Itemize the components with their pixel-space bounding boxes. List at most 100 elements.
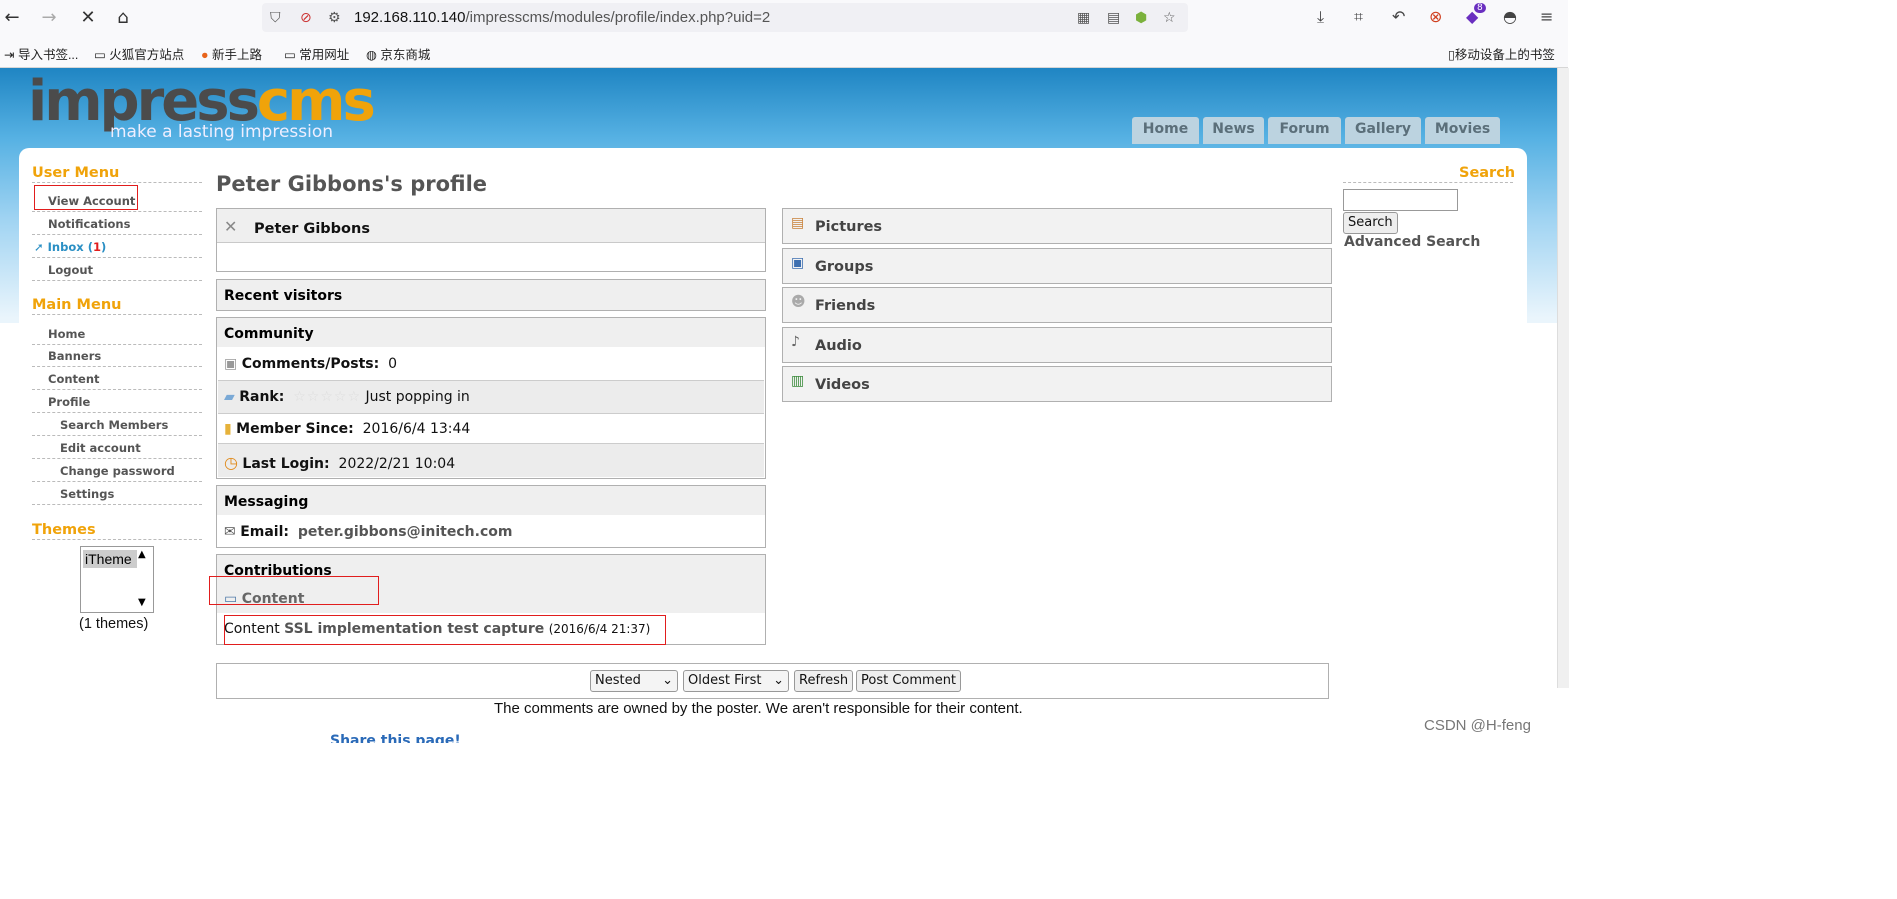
nav-tab-gallery[interactable]: Gallery — [1345, 117, 1421, 144]
email-row: ✉ Email: peter.gibbons@initech.com — [224, 524, 513, 540]
mobile-bookmarks[interactable]: ▯移动设备上的书签 — [1448, 44, 1555, 63]
friends-panel[interactable]: ☻ Friends — [782, 287, 1332, 323]
menu-profile[interactable]: Profile — [48, 395, 90, 409]
bookmark-star-icon[interactable]: ☆ — [1163, 10, 1176, 26]
divider — [32, 458, 202, 459]
email-link[interactable]: peter.gibbons@initech.com — [298, 524, 513, 540]
bookmark-getting-started[interactable]: ● 新手上路 — [201, 44, 262, 63]
bookmarks-toolbar: ⇥ 导入书签... ▭ 火狐官方站点 ● 新手上路 ▭ 常用网址 ◍ 京东商城 … — [0, 40, 1568, 64]
menu-banners[interactable]: Banners — [48, 349, 101, 363]
menu-edit-account[interactable]: Edit account — [60, 441, 141, 455]
nav-tab-movies[interactable]: Movies — [1425, 117, 1500, 144]
menu-content[interactable]: Content — [48, 372, 100, 386]
theme-option[interactable]: iTheme — [83, 550, 137, 568]
search-button[interactable]: Search — [1343, 212, 1398, 234]
member-since-row: ▮ Member Since: 2016/6/4 13:44 — [224, 421, 471, 437]
comment-mode-select[interactable]: Nested ⌄ — [590, 670, 678, 692]
blocker-icon[interactable]: ⊗ — [1429, 7, 1442, 26]
reader-view-icon[interactable]: ▤ — [1107, 10, 1120, 26]
insecure-lock-icon[interactable]: ⊘ — [300, 10, 312, 26]
speaker-icon: ♪ — [791, 334, 800, 350]
nav-tab-home[interactable]: Home — [1132, 117, 1199, 144]
divider — [32, 211, 202, 212]
search-input[interactable] — [1343, 189, 1458, 211]
profile-name: Peter Gibbons — [254, 221, 370, 237]
divider — [32, 504, 202, 505]
groups-icon: ▣ — [791, 255, 805, 271]
comments-row: ▣ Comments/Posts: 0 — [224, 356, 398, 372]
post-comment-button[interactable]: Post Comment — [856, 670, 962, 692]
calendar-icon: ▮ — [224, 421, 232, 437]
permissions-icon[interactable]: ⚙ — [328, 10, 341, 26]
highlight-box-view-account — [34, 185, 138, 210]
home-icon[interactable]: ⌂ — [111, 6, 135, 30]
comments-icon: ▣ — [224, 356, 238, 372]
envelope-icon: ✉ — [224, 524, 236, 540]
divider — [32, 539, 202, 540]
recent-visitors-title: Recent visitors — [224, 288, 343, 304]
last-login-value: 2022/2/21 10:04 — [338, 456, 456, 472]
divider — [32, 412, 202, 413]
theme-select-list[interactable]: iTheme ▲ ▼ — [80, 546, 154, 613]
download-icon[interactable]: ⤓ — [1317, 7, 1324, 27]
divider — [32, 257, 202, 258]
divider — [32, 280, 202, 281]
bookmark-jd-mall[interactable]: ◍ 京东商城 — [366, 44, 430, 63]
rank-row: ▰ Rank: ☆☆☆☆☆ Just popping in — [224, 389, 470, 405]
menu-logout[interactable]: Logout — [48, 263, 93, 277]
back-icon[interactable]: ← — [0, 6, 24, 30]
messaging-title: Messaging — [224, 494, 309, 510]
scroll-down-icon[interactable]: ▼ — [138, 597, 146, 608]
scroll-up-icon[interactable]: ▲ — [138, 549, 146, 560]
pictures-panel[interactable]: ▤ Pictures — [782, 208, 1332, 244]
menu-settings[interactable]: Settings — [60, 487, 114, 501]
clock-icon: ◷ — [224, 453, 238, 472]
address-bar[interactable]: ⛉ ⊘ ⚙ 192.168.110.140/impresscms/modules… — [262, 3, 1188, 32]
divider — [32, 366, 202, 367]
videos-panel[interactable]: ▥ Videos — [782, 366, 1332, 402]
comment-order-select[interactable]: Oldest First ⌄ — [683, 670, 789, 692]
refresh-button[interactable]: Refresh — [794, 670, 854, 692]
audio-panel[interactable]: ♪ Audio — [782, 327, 1332, 363]
qr-code-icon[interactable]: ▦ — [1077, 10, 1090, 26]
tools-icon: ✕ — [224, 217, 238, 236]
page-title: Peter Gibbons's profile — [216, 172, 488, 196]
menu-notifications[interactable]: Notifications — [48, 217, 130, 231]
menu-icon[interactable]: ≡ — [1540, 7, 1553, 26]
chevron-down-icon: ⌄ — [773, 673, 784, 688]
menu-search-members[interactable]: Search Members — [60, 418, 168, 432]
chevron-down-icon: ⌄ — [662, 673, 673, 688]
share-link[interactable]: Share this page! — [330, 733, 461, 743]
shield-icon[interactable]: ⛉ — [270, 10, 281, 26]
account-icon[interactable]: ◓ — [1503, 7, 1517, 26]
nav-tab-news[interactable]: News — [1203, 117, 1264, 144]
browser-chrome: ← → ✕ ⌂ ⛉ ⊘ ⚙ 192.168.110.140/impresscms… — [0, 0, 1568, 68]
bookmark-import[interactable]: ⇥ 导入书签... — [4, 44, 78, 63]
groups-panel[interactable]: ▣ Groups — [782, 248, 1332, 284]
nav-tab-forum[interactable]: Forum — [1268, 117, 1341, 144]
menu-inbox[interactable]: ➚ Inbox (1) — [34, 240, 106, 254]
url-text[interactable]: 192.168.110.140/impresscms/modules/profi… — [354, 9, 770, 26]
forward-icon[interactable]: → — [37, 6, 61, 30]
divider — [32, 344, 202, 345]
friends-icon: ☻ — [791, 294, 806, 310]
main-menu-title: Main Menu — [32, 297, 122, 313]
menu-home[interactable]: Home — [48, 327, 85, 341]
page-scrollbar[interactable] — [1557, 68, 1569, 688]
community-title: Community — [224, 326, 314, 342]
divider — [32, 314, 202, 315]
themes-count: (1 themes) — [79, 616, 149, 632]
divider — [32, 435, 202, 436]
advanced-search-link[interactable]: Advanced Search — [1344, 234, 1480, 250]
divider — [32, 389, 202, 390]
stop-icon[interactable]: ✕ — [76, 6, 100, 30]
rank-icon: ▰ — [224, 389, 235, 405]
screenshot-icon[interactable]: ⌗ — [1354, 7, 1363, 27]
extension-icon[interactable]: ⬢ — [1135, 10, 1147, 26]
bookmark-common-urls[interactable]: ▭ 常用网址 — [284, 44, 349, 63]
highlight-box-content-item — [224, 615, 666, 645]
divider — [32, 182, 202, 183]
undo-icon[interactable]: ↶ — [1392, 7, 1405, 26]
menu-change-password[interactable]: Change password — [60, 464, 175, 478]
bookmark-firefox-site[interactable]: ▭ 火狐官方站点 — [94, 44, 184, 63]
